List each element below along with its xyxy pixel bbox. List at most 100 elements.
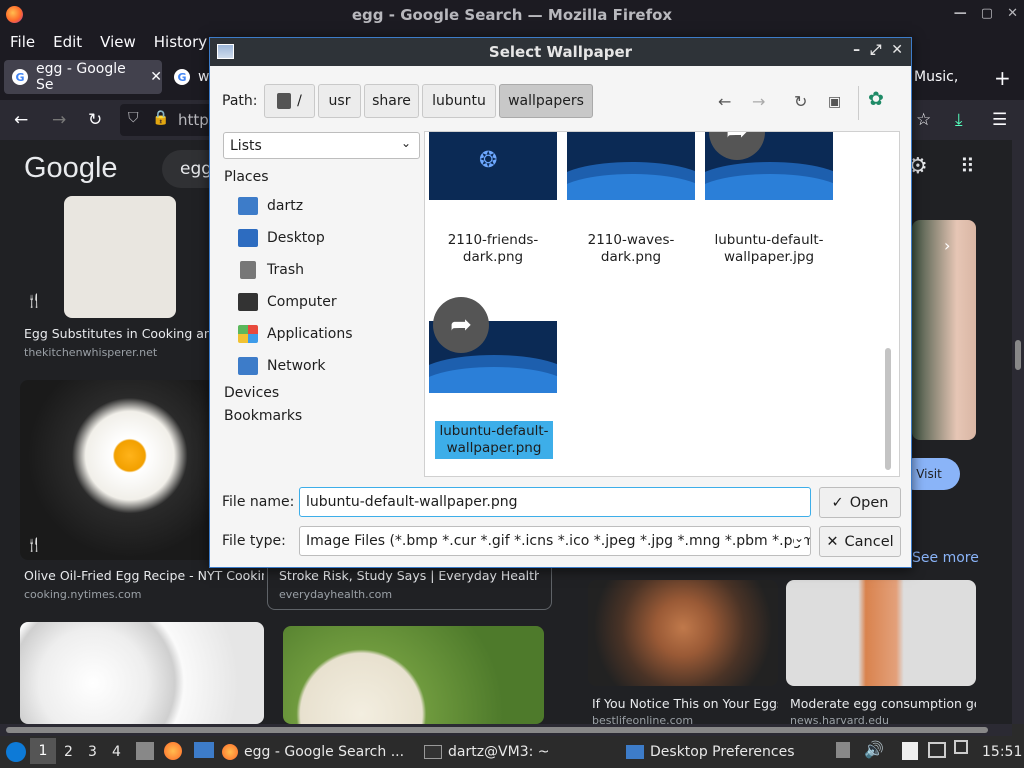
shield-icon[interactable]: ⛉ <box>128 110 139 126</box>
menu-history[interactable]: History <box>154 33 207 51</box>
workspace-2[interactable]: 2 <box>64 744 73 760</box>
devices-header[interactable]: Devices <box>224 385 279 401</box>
result-caption[interactable]: Egg Substitutes in Cooking and B... <box>24 326 219 341</box>
chevron-right-icon[interactable]: › <box>944 236 950 255</box>
close-icon[interactable]: ✕ <box>891 42 903 58</box>
bookmarks-header[interactable]: Bookmarks <box>224 408 302 424</box>
file-name[interactable]: 2110-friends- dark.png <box>425 232 561 266</box>
file-list-scroll-thumb[interactable] <box>885 348 891 470</box>
file-name-selected[interactable]: lubuntu-default- wallpaper.png <box>435 421 553 459</box>
back-icon[interactable]: ← <box>718 92 731 111</box>
place-network[interactable]: Network <box>238 355 325 377</box>
desktop-launcher-icon[interactable] <box>194 742 214 758</box>
maximize-icon[interactable]: ▢ <box>981 6 993 21</box>
file-manager-icon[interactable] <box>136 742 154 760</box>
result-thumb-big-egg[interactable] <box>283 626 544 724</box>
file-thumbnail[interactable] <box>567 132 695 200</box>
minimize-icon[interactable]: — <box>954 6 967 21</box>
path-wallpapers-button[interactable]: wallpapers <box>499 84 593 118</box>
place-dartz[interactable]: dartz <box>238 195 303 217</box>
task-desktop-preferences[interactable]: Desktop Preferences <box>626 738 826 766</box>
network-status-icon[interactable] <box>954 740 968 754</box>
path-segment: / <box>297 93 302 109</box>
bookmark-star-icon[interactable]: ☆ <box>916 110 931 130</box>
tab-second[interactable]: G wi <box>166 60 213 94</box>
clipboard-icon[interactable] <box>836 742 850 758</box>
result-caption[interactable]: Moderate egg consumption get... <box>790 696 976 711</box>
result-thumb-stacked-eggs[interactable] <box>786 580 976 686</box>
lock-icon[interactable]: 🔒 <box>152 110 169 126</box>
file-name-label: File name: <box>222 494 295 510</box>
forward-icon[interactable]: → <box>52 110 66 130</box>
path-usr-button[interactable]: usr <box>318 84 361 118</box>
start-menu-icon[interactable] <box>6 742 26 762</box>
display-icon[interactable] <box>928 742 946 758</box>
result-caption[interactable]: Stroke Risk, Study Says | Everyday Healt… <box>279 568 539 583</box>
firefox-launcher-icon[interactable] <box>164 742 182 760</box>
tab-close-icon[interactable]: ✕ <box>150 69 162 85</box>
minimize-icon[interactable]: – <box>853 42 860 58</box>
result-thumb-chart[interactable] <box>64 196 176 318</box>
path-root-button[interactable]: / <box>264 84 315 118</box>
path-share-button[interactable]: share <box>364 84 419 118</box>
firefox-titlebar: egg - Google Search — Mozilla Firefox — … <box>0 0 1024 30</box>
chevron-down-icon: ⌄ <box>793 531 804 545</box>
place-label: Network <box>267 358 326 374</box>
app-menu-icon[interactable]: ☰ <box>992 110 1007 130</box>
reload-icon[interactable]: ↻ <box>88 110 102 130</box>
scroll-thumb[interactable] <box>1015 340 1021 370</box>
forward-icon[interactable]: → <box>752 92 765 111</box>
downloads-icon[interactable]: ⤓ <box>955 110 963 130</box>
dialog-title: Select Wallpaper <box>488 43 633 61</box>
file-name-input[interactable]: lubuntu-default-wallpaper.png <box>299 487 811 517</box>
see-more-link[interactable]: See more <box>912 550 979 566</box>
result-caption[interactable]: Olive Oil-Fried Egg Recipe - NYT Cooking <box>24 568 264 583</box>
menu-file[interactable]: File <box>10 33 35 51</box>
drive-icon <box>277 93 292 109</box>
tab-egg-search[interactable]: G egg - Google Se ✕ <box>4 60 162 94</box>
file-name[interactable]: lubuntu-default- wallpaper.jpg <box>701 232 837 266</box>
apps-grid-icon[interactable]: ⠿ <box>960 154 975 178</box>
file-thumbnail[interactable]: ➦ <box>705 132 833 200</box>
new-folder-icon[interactable]: ▣ <box>828 94 841 110</box>
file-thumbnail[interactable]: ❂ <box>429 132 557 200</box>
back-icon[interactable]: ← <box>14 110 28 130</box>
clock[interactable]: 15:51 <box>982 744 1022 760</box>
workspace-3[interactable]: 3 <box>88 744 97 760</box>
maximize-icon[interactable]: ⤢ <box>870 42 881 58</box>
close-icon[interactable]: ✕ <box>1007 6 1018 21</box>
open-label: Open <box>849 494 889 511</box>
view-mode-select[interactable]: Lists ⌄ <box>223 132 420 159</box>
workspace-4[interactable]: 4 <box>112 744 121 760</box>
menu-view[interactable]: View <box>100 33 136 51</box>
scroll-thumb[interactable] <box>6 727 988 733</box>
cancel-button[interactable]: ✕ Cancel <box>819 526 901 557</box>
result-caption[interactable]: If You Notice This on Your Eggs... <box>592 696 778 711</box>
trash-icon <box>240 261 256 279</box>
task-terminal[interactable]: dartz@VM3: ~ <box>424 738 614 766</box>
result-thumb-white-eggs[interactable] <box>20 622 264 724</box>
notes-icon[interactable] <box>902 742 918 760</box>
result-thumb-hands-eggs[interactable] <box>588 580 778 686</box>
file-name[interactable]: 2110-waves- dark.png <box>563 232 699 266</box>
page-scrollbar[interactable] <box>1012 140 1024 724</box>
places-header[interactable]: Places <box>224 169 269 185</box>
place-desktop[interactable]: Desktop <box>238 227 325 249</box>
lubuntu-logo-icon[interactable]: ✿ <box>868 88 884 110</box>
menu-edit[interactable]: Edit <box>53 33 82 51</box>
volume-icon[interactable]: 🔊 <box>864 740 884 759</box>
place-trash[interactable]: Trash <box>238 259 304 281</box>
new-tab-icon[interactable]: + <box>994 66 1011 90</box>
horizontal-scrollbar[interactable] <box>0 724 1012 736</box>
tab-music[interactable]: Music, <box>906 60 966 94</box>
path-lubuntu-button[interactable]: lubuntu <box>422 84 496 118</box>
workspace-1[interactable]: 1 <box>30 738 56 764</box>
place-applications[interactable]: Applications <box>238 323 353 345</box>
dialog-titlebar: Select Wallpaper – ⤢ ✕ <box>210 38 911 66</box>
task-firefox[interactable]: egg - Google Search ... <box>222 738 412 766</box>
file-type-select[interactable]: Image Files (*.bmp *.cur *.gif *.icns *.… <box>299 526 811 556</box>
reload-icon[interactable]: ↻ <box>794 92 807 111</box>
place-computer[interactable]: Computer <box>238 291 337 313</box>
open-button[interactable]: ✓ Open <box>819 487 901 518</box>
google-logo[interactable]: Google <box>24 152 118 185</box>
